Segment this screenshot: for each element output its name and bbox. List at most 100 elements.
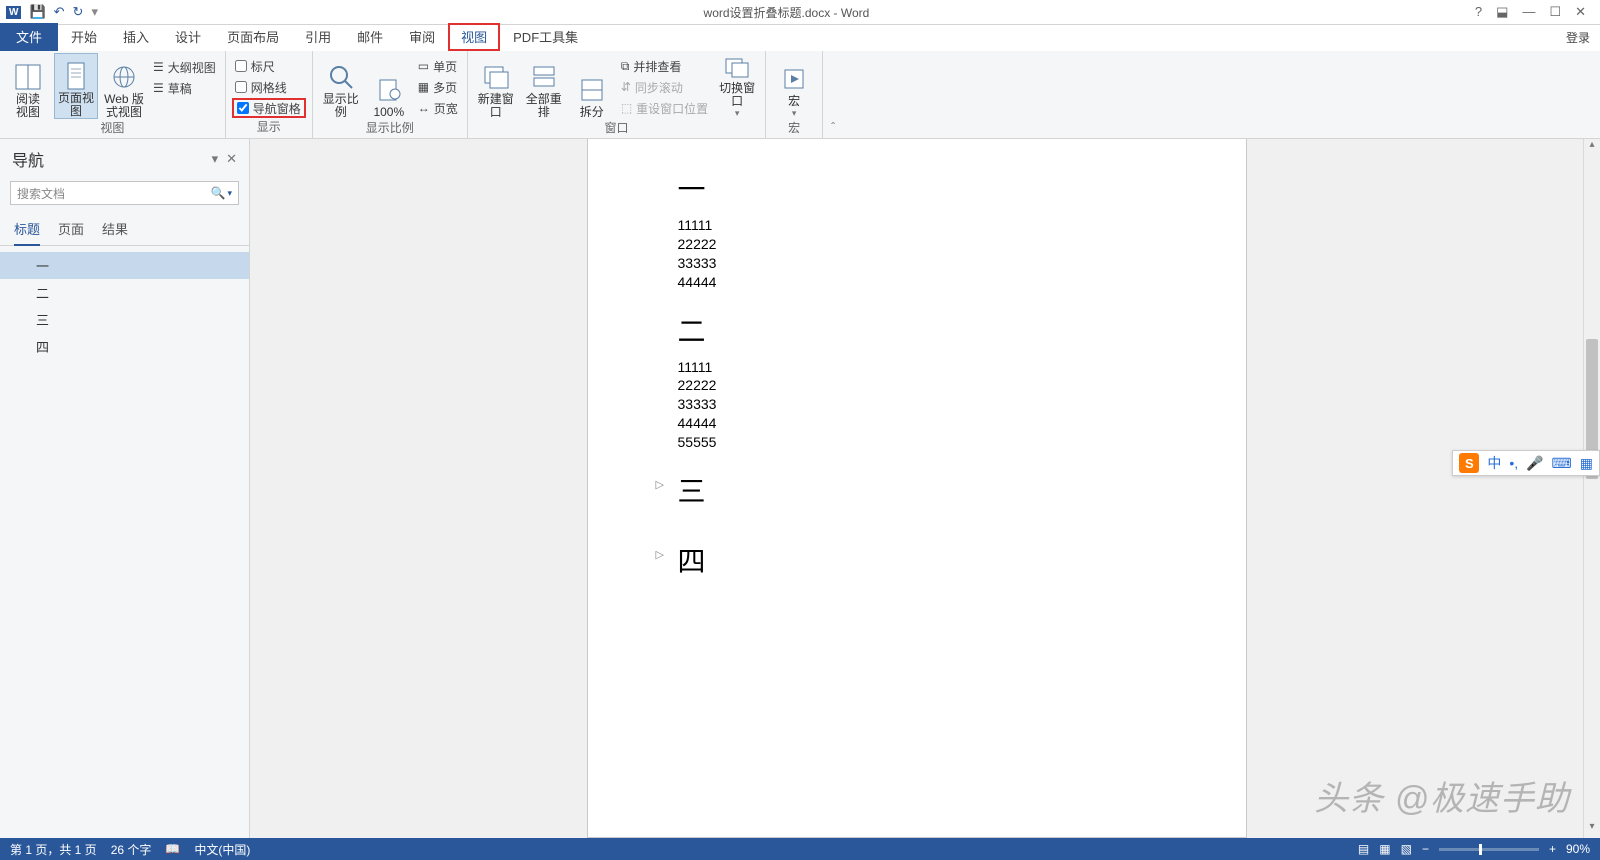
- minimize-icon[interactable]: —: [1522, 4, 1535, 20]
- tab-design[interactable]: 设计: [162, 23, 214, 51]
- print-layout-view-icon[interactable]: ▦: [1379, 842, 1390, 856]
- heading[interactable]: 二: [678, 310, 1156, 350]
- one-page-button[interactable]: ▭单页: [415, 56, 461, 76]
- body-text[interactable]: 11111: [678, 358, 1156, 377]
- ime-voice-icon[interactable]: 🎤: [1526, 455, 1543, 472]
- ribbon-collapse-button[interactable]: ˆ: [823, 51, 843, 138]
- body-text[interactable]: 33333: [678, 395, 1156, 414]
- sogou-logo-icon[interactable]: S: [1459, 453, 1479, 473]
- status-page[interactable]: 第 1 页，共 1 页: [10, 841, 97, 858]
- ime-menu-icon[interactable]: ▦: [1580, 455, 1593, 472]
- read-mode-button[interactable]: 阅读 视图: [6, 53, 50, 119]
- ribbon-opts-icon[interactable]: ⬓: [1496, 4, 1508, 20]
- nav-item[interactable]: 二: [0, 279, 249, 306]
- web-layout-label: Web 版式视图: [102, 93, 146, 119]
- tab-insert[interactable]: 插入: [110, 23, 162, 51]
- body-text[interactable]: 11111: [678, 216, 1156, 235]
- document-area[interactable]: 一 11111 22222 33333 44444 二 11111 22222 …: [250, 139, 1583, 838]
- draft-label: 草稿: [168, 80, 192, 97]
- body-text[interactable]: 22222: [678, 376, 1156, 395]
- group-zoom: 显示比例 100% ▭单页 ▦多页 ↔页宽 显示比例: [313, 51, 468, 138]
- gridlines-checkbox[interactable]: 网格线: [232, 77, 306, 97]
- collapse-triangle-icon[interactable]: ▷: [656, 548, 664, 561]
- zoom-level[interactable]: 90%: [1566, 842, 1590, 856]
- heading[interactable]: 三: [678, 470, 1156, 510]
- outline-view-button[interactable]: ☰大纲视图: [150, 57, 219, 77]
- collapse-triangle-icon[interactable]: ▷: [656, 478, 664, 491]
- tab-view[interactable]: 视图: [448, 23, 500, 51]
- close-icon[interactable]: ✕: [1575, 4, 1586, 20]
- new-window-icon: [481, 62, 511, 92]
- web-layout-view-icon[interactable]: ▧: [1401, 842, 1412, 856]
- ime-toolbar[interactable]: S 中 •, 🎤 ⌨ ▦: [1452, 450, 1600, 476]
- draft-view-button[interactable]: ☰草稿: [150, 78, 219, 98]
- switch-window-button[interactable]: 切换窗口▾: [715, 53, 759, 119]
- multi-page-button[interactable]: ▦多页: [415, 77, 461, 97]
- nav-item[interactable]: 四: [0, 333, 249, 360]
- search-dropdown-icon[interactable]: ▾: [227, 188, 232, 199]
- undo-icon[interactable]: ↶: [54, 4, 65, 20]
- new-window-button[interactable]: 新建窗口: [474, 53, 518, 119]
- status-word-count[interactable]: 26 个字: [111, 841, 152, 858]
- tab-references[interactable]: 引用: [292, 23, 344, 51]
- nav-close-icon[interactable]: ✕: [226, 151, 237, 167]
- body-text[interactable]: 44444: [678, 414, 1156, 433]
- nav-options-icon[interactable]: ▾: [212, 151, 219, 167]
- switch-window-label: 切换窗口: [715, 82, 759, 108]
- scroll-up-icon[interactable]: ▴: [1584, 139, 1600, 156]
- tab-layout[interactable]: 页面布局: [214, 23, 292, 51]
- group-macro: 宏▾ 宏: [766, 51, 823, 138]
- tab-mailings[interactable]: 邮件: [344, 23, 396, 51]
- heading[interactable]: 四: [678, 540, 1156, 580]
- ruler-checkbox[interactable]: 标尺: [232, 56, 306, 76]
- maximize-icon[interactable]: ☐: [1549, 4, 1561, 20]
- zoom-100-button[interactable]: 100%: [367, 53, 411, 119]
- read-mode-view-icon[interactable]: ▤: [1358, 842, 1369, 856]
- heading[interactable]: 一: [678, 168, 1156, 208]
- zoom-in-icon[interactable]: +: [1549, 842, 1556, 856]
- ime-keyboard-icon[interactable]: ⌨: [1552, 455, 1572, 472]
- nav-item[interactable]: 一: [0, 252, 249, 279]
- redo-icon[interactable]: ↻: [73, 4, 84, 20]
- page-width-button[interactable]: ↔页宽: [415, 98, 461, 118]
- login-link[interactable]: 登录: [1566, 29, 1590, 46]
- page-view-button[interactable]: 页面视图: [54, 53, 98, 119]
- tab-review[interactable]: 审阅: [396, 23, 448, 51]
- save-icon[interactable]: 💾: [29, 4, 45, 20]
- navigation-pane-checkbox[interactable]: 导航窗格: [232, 98, 306, 118]
- ime-punct-icon[interactable]: •,: [1509, 455, 1518, 471]
- reset-window-button: ⬚重设窗口位置: [618, 98, 711, 118]
- split-button[interactable]: 拆分: [570, 53, 614, 119]
- nav-item[interactable]: 三: [0, 306, 249, 333]
- body-text[interactable]: 33333: [678, 254, 1156, 273]
- vertical-scrollbar[interactable]: ▴ ▾: [1583, 139, 1600, 838]
- reset-window-icon: ⬚: [621, 101, 632, 115]
- body-text[interactable]: 44444: [678, 273, 1156, 292]
- nav-tab-headings[interactable]: 标题: [14, 219, 40, 246]
- view-side-by-side-button[interactable]: ⧉并排查看: [618, 56, 711, 76]
- status-language[interactable]: 中文(中国): [194, 841, 250, 858]
- zoom-slider[interactable]: [1439, 848, 1539, 851]
- ime-lang[interactable]: 中: [1487, 453, 1501, 473]
- read-mode-icon: [13, 62, 43, 92]
- help-icon[interactable]: ?: [1475, 4, 1482, 20]
- web-layout-button[interactable]: Web 版式视图: [102, 53, 146, 119]
- nav-tab-results[interactable]: 结果: [102, 219, 128, 245]
- search-icon[interactable]: 🔍: [211, 186, 226, 200]
- body-text[interactable]: 22222: [678, 235, 1156, 254]
- tab-pdf-tools[interactable]: PDF工具集: [500, 23, 591, 51]
- body-text[interactable]: 55555: [678, 433, 1156, 452]
- nav-tab-pages[interactable]: 页面: [58, 219, 84, 245]
- nav-search-input[interactable]: 搜索文档 🔍▾: [10, 181, 239, 205]
- zoom-button[interactable]: 显示比例: [319, 53, 363, 119]
- arrange-all-button[interactable]: 全部重排: [522, 53, 566, 119]
- macro-button[interactable]: 宏▾: [772, 53, 816, 119]
- quick-access-toolbar: W 💾 ↶ ↻ ▾: [0, 4, 98, 20]
- scroll-down-icon[interactable]: ▾: [1584, 821, 1600, 838]
- tab-file[interactable]: 文件: [0, 23, 58, 51]
- zoom-out-icon[interactable]: −: [1422, 842, 1429, 856]
- document-page[interactable]: 一 11111 22222 33333 44444 二 11111 22222 …: [587, 139, 1247, 838]
- tab-home[interactable]: 开始: [58, 23, 110, 51]
- proofing-icon[interactable]: 📖: [165, 842, 180, 856]
- zoom-slider-thumb[interactable]: [1479, 844, 1482, 855]
